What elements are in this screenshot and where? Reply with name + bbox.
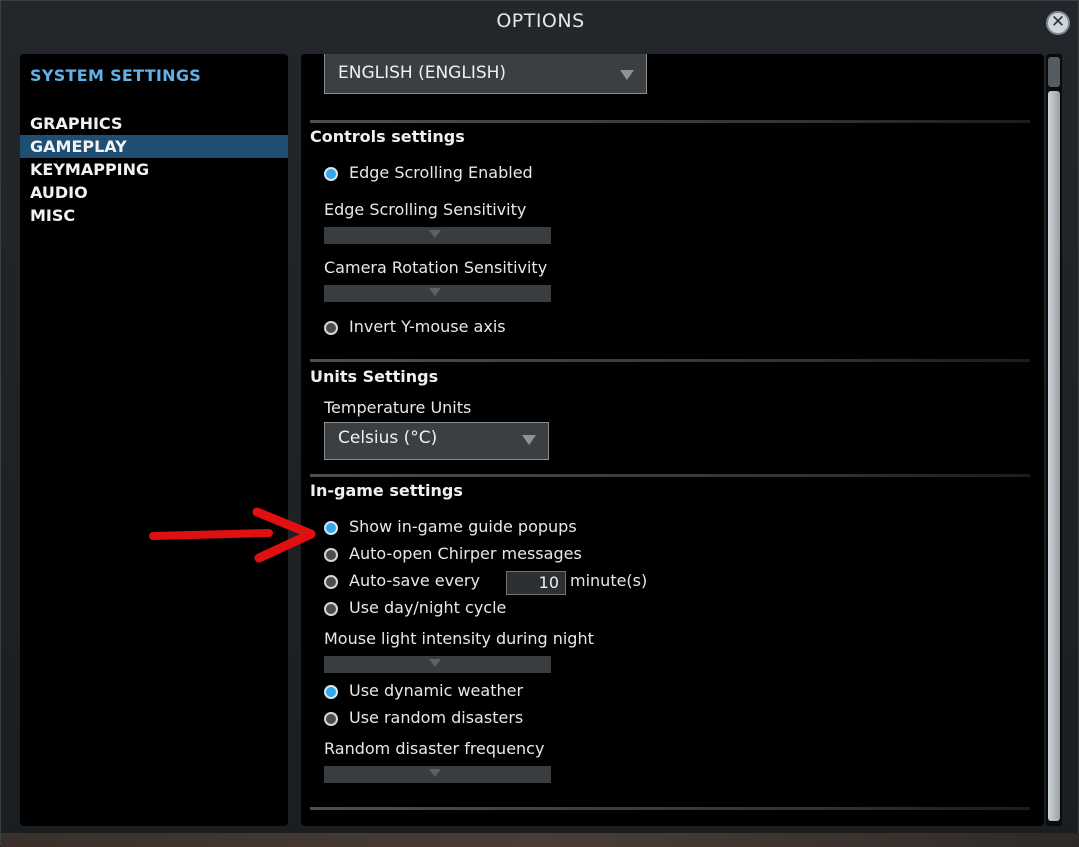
options-window: OPTIONS ✕ SYSTEM SETTINGS GRAPHICS GAMEP… bbox=[0, 0, 1079, 847]
radio-indicator bbox=[324, 575, 338, 589]
section-divider bbox=[310, 120, 1030, 123]
language-dropdown-value: ENGLISH (ENGLISH) bbox=[338, 63, 507, 83]
section-divider bbox=[310, 807, 1030, 810]
mouse-light-slider[interactable] bbox=[324, 656, 551, 673]
temperature-units-label: Temperature Units bbox=[324, 398, 472, 417]
close-icon[interactable]: ✕ bbox=[1046, 11, 1070, 35]
scrollbar-thumb[interactable] bbox=[1048, 91, 1060, 821]
sidebar-list: GRAPHICS GAMEPLAY KEYMAPPING AUDIO MISC bbox=[20, 112, 288, 227]
edge-scrolling-label: Edge Scrolling Enabled bbox=[349, 163, 533, 182]
slider-handle[interactable] bbox=[429, 769, 441, 777]
annotation-arrow-icon bbox=[149, 507, 316, 563]
disaster-frequency-label: Random disaster frequency bbox=[324, 739, 545, 758]
background-strip bbox=[1, 833, 1079, 847]
sidebar: SYSTEM SETTINGS GRAPHICS GAMEPLAY KEYMAP… bbox=[20, 54, 288, 826]
sidebar-heading: SYSTEM SETTINGS bbox=[30, 66, 202, 85]
chirper-label: Auto-open Chirper messages bbox=[349, 544, 582, 563]
language-dropdown[interactable]: ENGLISH (ENGLISH) bbox=[324, 54, 647, 94]
window-title: OPTIONS bbox=[496, 10, 585, 32]
section-divider bbox=[310, 359, 1030, 362]
sidebar-item-keymapping[interactable]: KEYMAPPING bbox=[20, 158, 288, 181]
guide-popups-label: Show in-game guide popups bbox=[349, 517, 577, 536]
radio-indicator bbox=[324, 321, 338, 335]
ingame-section-title: In-game settings bbox=[310, 481, 463, 500]
radio-indicator bbox=[324, 167, 338, 181]
edge-sensitivity-label: Edge Scrolling Sensitivity bbox=[324, 200, 527, 219]
radio-indicator bbox=[324, 712, 338, 726]
mouse-light-label: Mouse light intensity during night bbox=[324, 629, 594, 648]
slider-handle[interactable] bbox=[429, 230, 441, 238]
camera-sensitivity-slider[interactable] bbox=[324, 285, 551, 302]
random-disasters-label: Use random disasters bbox=[349, 708, 524, 727]
camera-sensitivity-label: Camera Rotation Sensitivity bbox=[324, 258, 548, 277]
edge-sensitivity-slider[interactable] bbox=[324, 227, 551, 244]
units-section-title: Units Settings bbox=[310, 367, 439, 386]
slider-handle[interactable] bbox=[429, 659, 441, 667]
temperature-units-dropdown[interactable]: Celsius (°C) bbox=[324, 422, 549, 460]
daynight-label: Use day/night cycle bbox=[349, 598, 507, 617]
autosave-minutes-input[interactable]: 10 bbox=[506, 571, 566, 595]
autosave-unit-label: minute(s) bbox=[570, 571, 648, 590]
sidebar-item-gameplay[interactable]: GAMEPLAY bbox=[20, 135, 288, 158]
sidebar-item-misc[interactable]: MISC bbox=[20, 204, 288, 227]
invert-y-label: Invert Y-mouse axis bbox=[349, 317, 506, 336]
scrollbar-up[interactable] bbox=[1048, 57, 1060, 87]
radio-indicator bbox=[324, 685, 338, 699]
autosave-label: Auto-save every bbox=[349, 571, 480, 590]
chevron-down-icon bbox=[620, 70, 634, 80]
section-divider bbox=[310, 474, 1030, 477]
controls-section-title: Controls settings bbox=[310, 127, 465, 146]
radio-indicator bbox=[324, 602, 338, 616]
chevron-down-icon bbox=[522, 435, 536, 445]
slider-handle[interactable] bbox=[429, 288, 441, 296]
radio-indicator bbox=[324, 521, 338, 535]
disaster-frequency-slider[interactable] bbox=[324, 766, 551, 783]
sidebar-item-graphics[interactable]: GRAPHICS bbox=[20, 112, 288, 135]
sidebar-item-audio[interactable]: AUDIO bbox=[20, 181, 288, 204]
dynamic-weather-label: Use dynamic weather bbox=[349, 681, 524, 700]
temperature-units-value: Celsius (°C) bbox=[338, 428, 438, 448]
radio-indicator bbox=[324, 548, 338, 562]
